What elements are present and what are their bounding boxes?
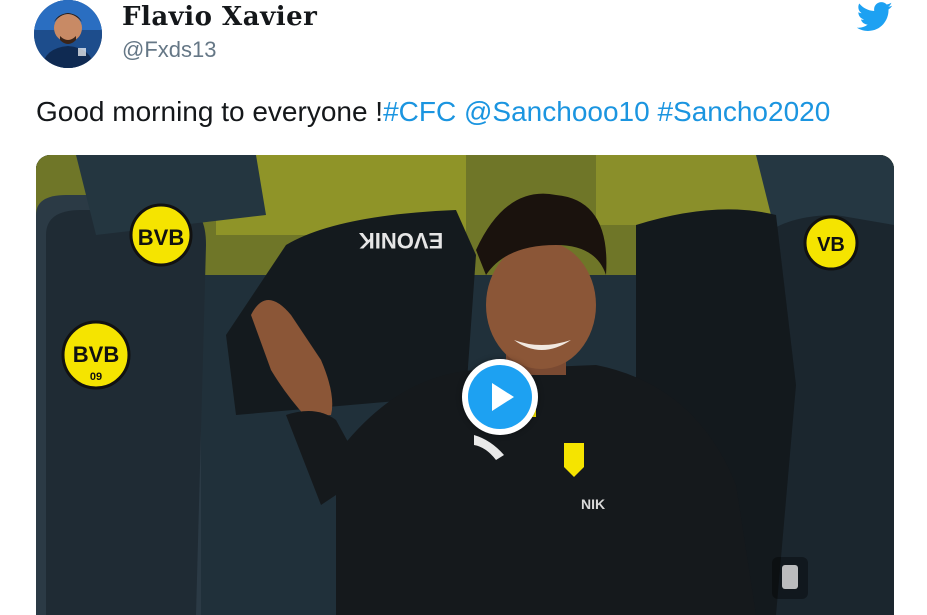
bvb-badge-top-text: BVB (138, 225, 184, 250)
tweet-text-plain: Good morning to everyone ! (36, 96, 384, 127)
play-icon (468, 365, 532, 429)
mention-link-sanchooo10[interactable]: @Sanchooo10 (464, 96, 650, 127)
tweet-text: Good morning to everyone !#CFC @Sanchooo… (36, 96, 830, 128)
bvb-badge-year: 09 (90, 371, 102, 383)
play-button[interactable] (462, 359, 538, 435)
twitter-bird-icon[interactable] (857, 2, 893, 32)
user-handle[interactable]: @Fxds13 (122, 37, 216, 63)
bvb-badge-text: BVB (73, 342, 119, 367)
hashtag-link-cfc[interactable]: #CFC (383, 96, 456, 127)
bvb-badge-right-text: VB (817, 234, 845, 256)
play-triangle (492, 383, 514, 411)
hashtag-link-sancho2020[interactable]: #Sancho2020 (657, 96, 830, 127)
jacket-brand-text: EVONIK (359, 228, 443, 253)
display-name[interactable]: Flavio Xavier (122, 2, 317, 32)
avatar[interactable] (34, 0, 102, 68)
sponsor-text: NIK (581, 496, 605, 512)
video-player[interactable]: BVB BVB 09 VB EVONIK NIK (36, 155, 894, 615)
